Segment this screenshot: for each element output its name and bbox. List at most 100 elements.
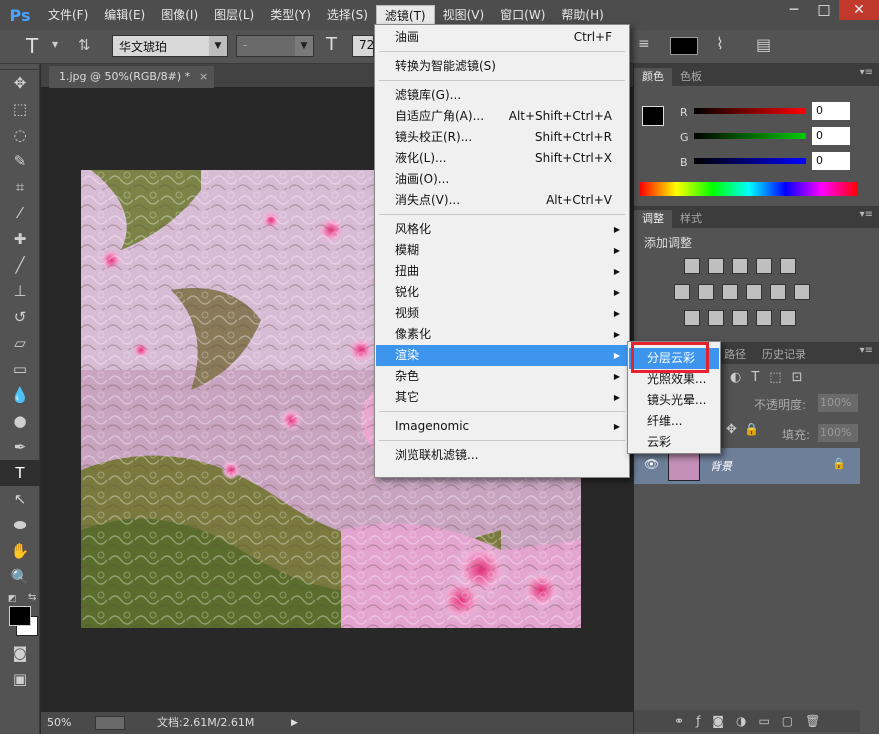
- black-white-icon[interactable]: [722, 284, 738, 300]
- posterize-icon[interactable]: [708, 310, 724, 326]
- vibrance-icon[interactable]: [780, 258, 796, 274]
- filter-menu-item[interactable]: Imagenomic ▶: [376, 416, 628, 437]
- color-lookup-icon[interactable]: [794, 284, 810, 300]
- align-right-icon[interactable]: ≡: [638, 36, 650, 52]
- text-tool-preset-icon[interactable]: T: [26, 34, 38, 58]
- gradient-map-icon[interactable]: [780, 310, 796, 326]
- layer-style-icon[interactable]: ƒ: [696, 714, 712, 728]
- status-preview-icon[interactable]: [95, 716, 125, 730]
- menu-layer[interactable]: 图层(L): [206, 0, 262, 30]
- eyedropper-tool-icon[interactable]: ⁄: [0, 200, 40, 226]
- new-layer-icon[interactable]: ▢: [782, 714, 805, 728]
- eraser-tool-icon[interactable]: ▱: [0, 330, 40, 356]
- filter-menu-item[interactable]: 视频 ▶: [376, 303, 628, 324]
- font-family-select[interactable]: 华文琥珀 ▼: [112, 35, 228, 57]
- tab-adjustments[interactable]: 调整: [634, 210, 672, 228]
- tab-color[interactable]: 颜色: [634, 68, 672, 86]
- photo-filter-icon[interactable]: [746, 284, 762, 300]
- panel-menu-icon[interactable]: ▾≡: [860, 345, 873, 356]
- filter-menu-item[interactable]: 油画 Ctrl+F: [376, 27, 628, 48]
- default-colors-icon[interactable]: ◩: [8, 594, 17, 604]
- brightness-icon[interactable]: [684, 258, 700, 274]
- channel-mixer-icon[interactable]: [770, 284, 786, 300]
- invert-icon[interactable]: [684, 310, 700, 326]
- gradient-tool-icon[interactable]: ▭: [0, 356, 40, 382]
- red-value-field[interactable]: 0: [812, 102, 850, 120]
- link-layers-icon[interactable]: ⚭: [674, 714, 696, 728]
- quick-select-tool-icon[interactable]: ✎: [0, 148, 40, 174]
- screen-mode-icon[interactable]: ▣: [0, 666, 40, 692]
- tab-swatches[interactable]: 色板: [672, 68, 710, 86]
- clone-stamp-tool-icon[interactable]: ⊥: [0, 278, 40, 304]
- new-group-icon[interactable]: ▭: [758, 714, 781, 728]
- move-tool-icon[interactable]: ✥: [0, 70, 40, 96]
- filter-menu-item[interactable]: 镜头校正(R)... Shift+Ctrl+R: [376, 127, 628, 148]
- visibility-eye-icon[interactable]: 👁: [644, 457, 659, 471]
- font-style-select[interactable]: - ▼: [236, 35, 314, 57]
- quick-mask-icon[interactable]: ◙: [0, 640, 40, 666]
- curves-icon[interactable]: [732, 258, 748, 274]
- filter-menu-item[interactable]: 液化(L)... Shift+Ctrl+X: [376, 148, 628, 169]
- hue-saturation-icon[interactable]: [674, 284, 690, 300]
- filter-menu-item[interactable]: 其它 ▶: [376, 387, 628, 408]
- filter-menu-item[interactable]: 转换为智能滤镜(S): [376, 56, 628, 77]
- threshold-icon[interactable]: [732, 310, 748, 326]
- brush-tool-icon[interactable]: ╱: [0, 252, 40, 278]
- lasso-tool-icon[interactable]: ◌: [0, 122, 40, 148]
- tab-history[interactable]: 历史记录: [754, 346, 814, 364]
- filter-menu-item[interactable]: 像素化 ▶: [376, 324, 628, 345]
- filter-menu-item[interactable]: 风格化 ▶: [376, 219, 628, 240]
- foreground-color-swatch[interactable]: [9, 606, 31, 626]
- chevron-down-icon[interactable]: ▼: [52, 40, 58, 49]
- opacity-field[interactable]: 100%: [818, 394, 858, 412]
- filter-menu-item[interactable]: 油画(O)...: [376, 169, 628, 190]
- text-color-swatch[interactable]: [670, 37, 698, 55]
- green-value-field[interactable]: 0: [812, 127, 850, 145]
- filter-menu-item[interactable]: 消失点(V)... Alt+Ctrl+V: [376, 190, 628, 211]
- filter-menu-item[interactable]: 锐化 ▶: [376, 282, 628, 303]
- close-tab-icon[interactable]: ×: [199, 66, 208, 88]
- menu-select[interactable]: 选择(S): [319, 0, 376, 30]
- font-size-field[interactable]: 72: [352, 35, 374, 57]
- zoom-level[interactable]: 50%: [47, 712, 71, 734]
- render-submenu-item[interactable]: 云彩: [629, 432, 719, 453]
- menu-type[interactable]: 类型(Y): [262, 0, 319, 30]
- color-balance-icon[interactable]: [698, 284, 714, 300]
- layer-filter-icons[interactable]: ◐T⬚⊡: [730, 370, 812, 385]
- green-slider[interactable]: [694, 133, 806, 139]
- filter-menu-item[interactable]: 浏览联机滤镜...: [376, 445, 628, 466]
- menu-file[interactable]: 文件(F): [40, 0, 96, 30]
- add-mask-icon[interactable]: ◙: [712, 714, 736, 728]
- character-panel-icon[interactable]: ▤: [756, 35, 771, 54]
- pen-tool-icon[interactable]: ✒: [0, 434, 40, 460]
- lock-all-icon[interactable]: 🔒: [744, 422, 759, 436]
- filter-menu-item[interactable]: 渲染 ▶: [376, 345, 628, 366]
- new-adjustment-icon[interactable]: ◑: [736, 714, 758, 728]
- filter-menu-item[interactable]: 模糊 ▶: [376, 240, 628, 261]
- shape-tool-icon[interactable]: ⬬: [0, 512, 40, 538]
- dodge-tool-icon[interactable]: ●: [0, 408, 40, 434]
- filter-menu-item[interactable]: 扭曲 ▶: [376, 261, 628, 282]
- panel-menu-icon[interactable]: ▾≡: [860, 209, 873, 220]
- menu-edit[interactable]: 编辑(E): [96, 0, 153, 30]
- lock-position-icon[interactable]: ✥: [726, 422, 737, 437]
- warp-text-icon[interactable]: ⌇: [716, 34, 724, 53]
- document-tab[interactable]: 1.jpg @ 50%(RGB/8#) * ×: [49, 66, 215, 88]
- exposure-icon[interactable]: [756, 258, 772, 274]
- foreground-color-swatch[interactable]: [642, 106, 664, 126]
- blue-value-field[interactable]: 0: [812, 152, 850, 170]
- filter-menu-item[interactable]: 滤镜库(G)...: [376, 85, 628, 106]
- blue-slider[interactable]: [694, 158, 806, 164]
- selective-color-icon[interactable]: [756, 310, 772, 326]
- type-tool-icon[interactable]: T: [0, 460, 40, 486]
- tab-paths[interactable]: 路径: [716, 346, 754, 364]
- minimize-button[interactable]: ─: [779, 0, 809, 20]
- history-brush-tool-icon[interactable]: ↺: [0, 304, 40, 330]
- status-menu-arrow-icon[interactable]: ▶: [291, 712, 298, 734]
- menu-image[interactable]: 图像(I): [153, 0, 206, 30]
- maximize-button[interactable]: □: [809, 0, 839, 20]
- delete-layer-icon[interactable]: 🗑: [805, 714, 832, 728]
- panel-menu-icon[interactable]: ▾≡: [860, 67, 873, 78]
- color-ramp[interactable]: [640, 182, 858, 196]
- marquee-tool-icon[interactable]: ⬚: [0, 96, 40, 122]
